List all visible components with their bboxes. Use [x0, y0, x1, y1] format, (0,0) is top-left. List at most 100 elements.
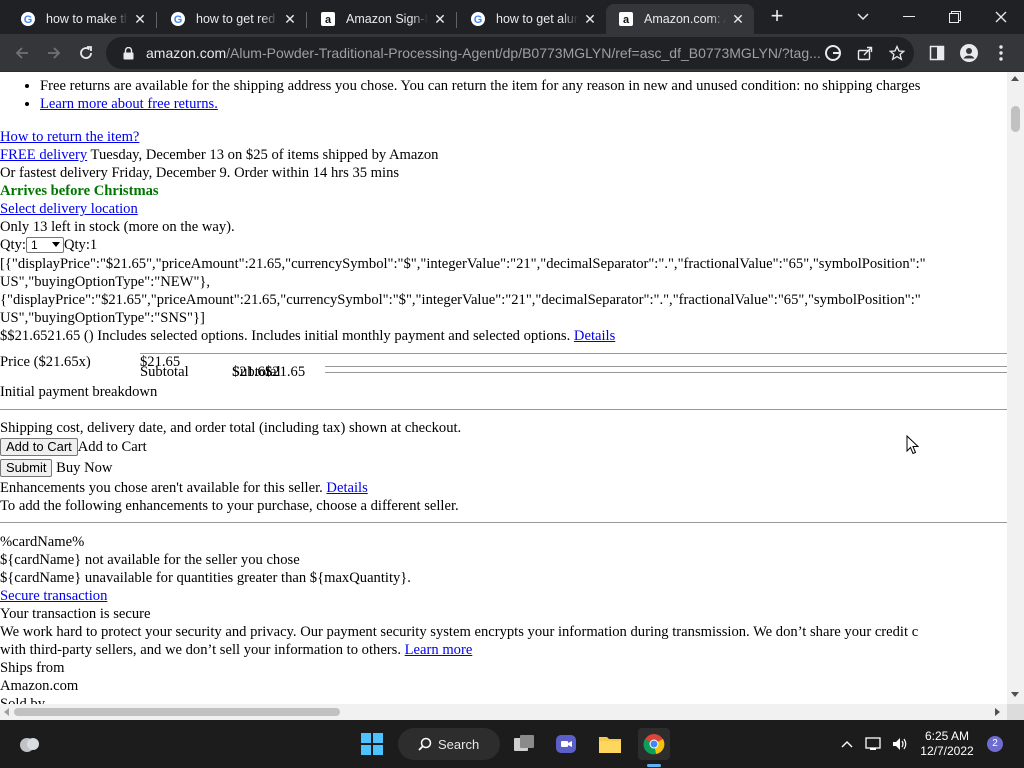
svg-text:G: G	[474, 14, 483, 26]
forward-button[interactable]	[39, 38, 69, 68]
svg-text:G: G	[174, 14, 183, 26]
divider	[0, 522, 1007, 523]
teams-chat-icon[interactable]	[550, 728, 582, 760]
file-explorer-icon[interactable]	[594, 728, 626, 760]
google-icon: G	[470, 11, 486, 27]
tab-amazon-alum[interactable]: a Amazon.com: Al ✕	[606, 4, 754, 34]
svg-text:a: a	[325, 14, 332, 26]
includes-options-line: $$21.6521.65 () Includes selected option…	[0, 328, 616, 344]
restore-button[interactable]	[932, 0, 978, 34]
details-link[interactable]: Details	[574, 328, 615, 344]
tab-title: how to make the	[46, 12, 128, 26]
arrives-before-christmas: Arrives before Christmas	[0, 183, 159, 199]
quantity-row: Qty: 1 Qty:1	[0, 236, 97, 254]
amazon-icon: a	[618, 11, 634, 27]
menu-kebab-icon[interactable]	[986, 38, 1016, 68]
share-icon[interactable]	[856, 44, 874, 62]
page-viewport: Free returns are available for the shipp…	[0, 72, 1024, 720]
scroll-up-arrow-icon[interactable]	[1011, 76, 1019, 81]
search-icon	[418, 737, 432, 751]
raw-json-line: US","buyingOptionType":"NEW"},	[0, 274, 211, 290]
tab-title: Amazon.com: Al	[644, 12, 726, 26]
scroll-right-arrow-icon[interactable]	[995, 708, 1000, 716]
horizontal-scrollbar[interactable]	[0, 704, 1007, 720]
select-delivery-location-link[interactable]: Select delivery location	[0, 201, 138, 217]
secure-transaction-link[interactable]: Secure transaction	[0, 588, 107, 604]
divider	[325, 372, 1007, 373]
close-icon[interactable]: ✕	[432, 11, 448, 27]
close-icon[interactable]: ✕	[730, 11, 746, 27]
clock-date: 12/7/2022	[920, 744, 974, 758]
price-label: Price ($21.65x)	[0, 354, 91, 370]
tab-strip: G how to make the ✕ G how to get red p ✕…	[0, 0, 1024, 34]
shipping-note: Shipping cost, delivery date, and order …	[0, 420, 462, 436]
close-icon[interactable]: ✕	[582, 11, 598, 27]
chrome-taskbar-icon[interactable]	[638, 728, 670, 760]
windows-start-icon[interactable]	[356, 728, 388, 760]
tab-how-to-get-alum[interactable]: G how to get alum ✕	[458, 4, 606, 34]
add-to-cart-button[interactable]: Add to Cart	[0, 438, 78, 456]
profile-icon[interactable]	[954, 38, 984, 68]
tab-search-button[interactable]	[840, 0, 886, 34]
qty-label: Qty:	[0, 237, 26, 253]
volume-icon[interactable]	[890, 728, 910, 760]
network-icon[interactable]	[864, 728, 884, 760]
close-window-button[interactable]	[978, 0, 1024, 34]
back-button[interactable]	[7, 38, 37, 68]
add-to-cart-row: Add to Cart Add to Cart	[0, 438, 147, 456]
weather-widget-icon[interactable]	[14, 728, 46, 760]
reload-button[interactable]	[71, 38, 101, 68]
google-icon: G	[170, 11, 186, 27]
google-lens-icon[interactable]	[824, 44, 842, 62]
taskbar-search[interactable]: Search	[398, 728, 500, 760]
vertical-scrollbar[interactable]	[1007, 72, 1024, 704]
lock-icon[interactable]	[120, 45, 136, 61]
tab-how-to-get-red[interactable]: G how to get red p ✕	[158, 4, 306, 34]
close-icon[interactable]: ✕	[282, 11, 298, 27]
submit-button[interactable]: Submit	[0, 459, 53, 477]
returns-list: Free returns are available for the shipp…	[40, 77, 920, 113]
bookmark-star-icon[interactable]	[888, 44, 906, 62]
tab-how-to-make[interactable]: G how to make the ✕	[8, 4, 156, 34]
learn-more-returns-link[interactable]: Learn more about free returns.	[40, 96, 218, 112]
scroll-left-arrow-icon[interactable]	[4, 708, 9, 716]
buy-now-row: Submit Buy Now	[0, 459, 112, 477]
subtotal-value: $21.65	[265, 364, 306, 380]
card-not-available-text: ${cardName} not available for the seller…	[0, 552, 300, 568]
quantity-select[interactable]: 1	[25, 237, 64, 253]
how-to-return-link[interactable]: How to return the item?	[0, 129, 139, 145]
notification-badge[interactable]: 2	[987, 736, 1003, 752]
free-delivery-link[interactable]: FREE delivery	[0, 147, 87, 163]
vertical-scroll-thumb[interactable]	[1011, 106, 1020, 132]
address-bar[interactable]: amazon.com/Alum-Powder-Traditional-Proce…	[106, 37, 914, 69]
scroll-down-arrow-icon[interactable]	[1011, 692, 1019, 697]
mouse-pointer-icon	[906, 435, 919, 455]
minimize-button[interactable]	[886, 0, 932, 34]
list-item: Learn more about free returns.	[40, 95, 920, 113]
add-to-cart-text: Add to Cart	[77, 439, 147, 455]
divider	[0, 409, 1007, 410]
qty-text: Qty:1	[63, 237, 98, 253]
horizontal-scroll-thumb[interactable]	[14, 708, 340, 716]
chevron-up-icon[interactable]	[838, 728, 856, 760]
ships-from-value: Amazon.com	[0, 678, 79, 694]
tab-amazon-sign-in[interactable]: a Amazon Sign-In ✕	[308, 4, 456, 34]
subtotal-label: Subtotal	[140, 364, 189, 380]
stock-text: Only 13 left in stock (more on the way).	[0, 219, 235, 235]
product-page: Free returns are available for the shipp…	[0, 72, 1007, 704]
svg-text:G: G	[24, 14, 33, 26]
list-item: Free returns are available for the shipp…	[40, 77, 920, 95]
divider	[140, 353, 1007, 354]
raw-json-line: [{"displayPrice":"$21.65","priceAmount":…	[0, 256, 926, 272]
close-icon[interactable]: ✕	[132, 11, 148, 27]
new-tab-button[interactable]: +	[766, 5, 788, 28]
enhancements-details-link[interactable]: Details	[326, 480, 367, 496]
system-clock[interactable]: 6:25 AM 12/7/2022	[912, 729, 982, 759]
learn-more-link[interactable]: Learn more	[405, 642, 473, 658]
task-view-icon[interactable]	[508, 728, 540, 760]
divider	[325, 366, 1007, 367]
initial-payment-breakdown: Initial payment breakdown	[0, 384, 158, 400]
side-panel-icon[interactable]	[922, 38, 952, 68]
ships-from-label: Ships from	[0, 660, 65, 676]
buy-now-text: Buy Now	[52, 460, 113, 476]
